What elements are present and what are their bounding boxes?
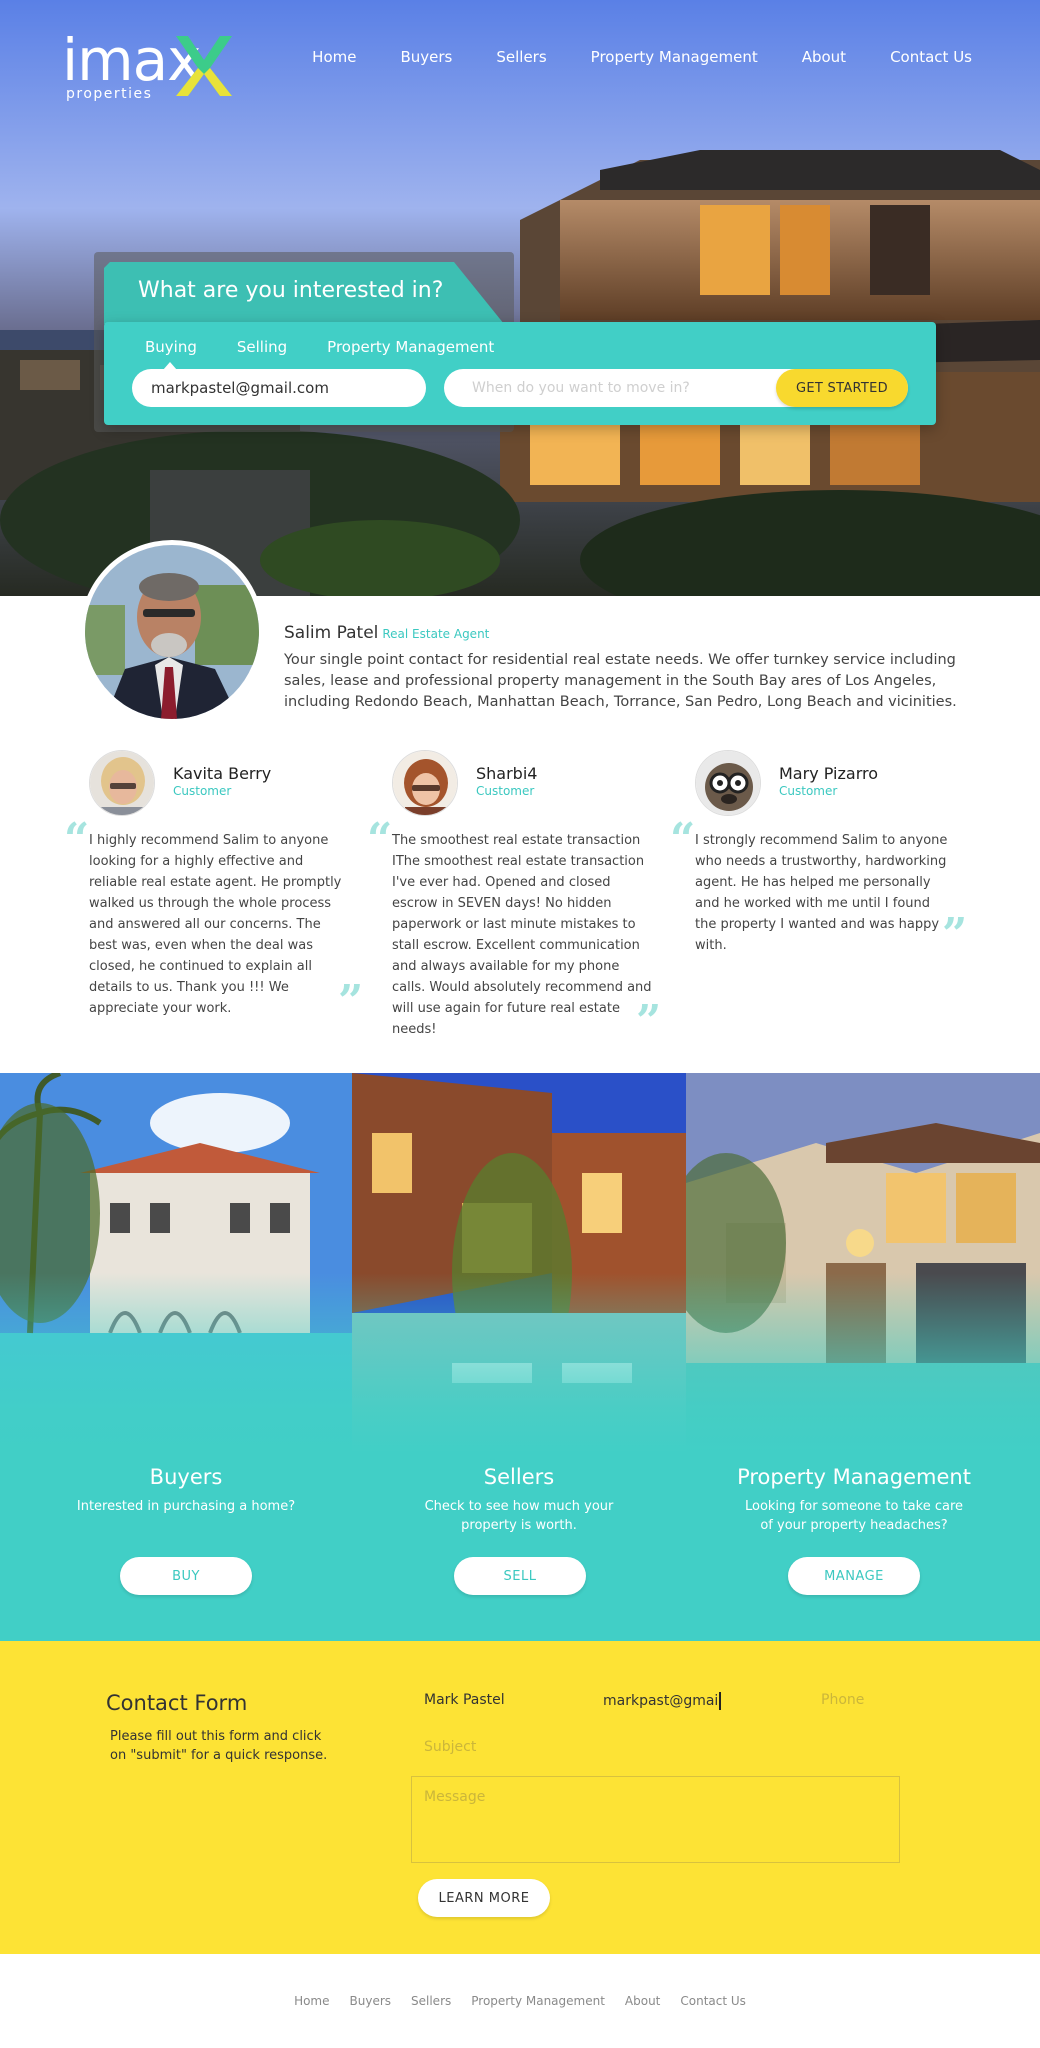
- name-field[interactable]: Mark Pastel: [424, 1692, 505, 1708]
- close-quote-icon: ”: [942, 909, 968, 960]
- tab-buying[interactable]: Buying: [145, 338, 197, 356]
- open-quote-icon: “: [64, 814, 90, 865]
- footer-about[interactable]: About: [625, 1994, 660, 2008]
- footer-home[interactable]: Home: [294, 1994, 329, 2008]
- customer-avatar: [392, 750, 458, 816]
- footer-buyers[interactable]: Buyers: [350, 1994, 392, 2008]
- service-text: Check to see how much your property is w…: [424, 1499, 614, 1533]
- service-title: Property Management: [737, 1465, 971, 1489]
- sell-button[interactable]: SELL: [454, 1557, 586, 1595]
- footer-nav: Home Buyers Sellers Property Management …: [0, 1954, 1040, 2048]
- manage-button[interactable]: MANAGE: [788, 1557, 920, 1595]
- service-text: Interested in purchasing a home?: [76, 1499, 296, 1514]
- service-title: Buyers: [149, 1465, 223, 1489]
- buy-button[interactable]: BUY: [120, 1557, 252, 1595]
- message-field[interactable]: Message: [411, 1776, 900, 1863]
- customer-role: Customer: [173, 784, 232, 798]
- search-email-input[interactable]: markpastel@gmail.com: [132, 369, 426, 407]
- nav-home[interactable]: Home: [312, 48, 356, 66]
- buyers-image: [0, 1073, 352, 1453]
- contact-title: Contact Form: [106, 1691, 248, 1715]
- open-quote-icon: “: [367, 814, 393, 865]
- footer-sellers[interactable]: Sellers: [411, 1994, 451, 2008]
- sellers-image: [352, 1073, 686, 1453]
- logo[interactable]: imax properties: [62, 26, 232, 105]
- contact-section: Contact Form Please fill out this form a…: [0, 1641, 1040, 1954]
- hero-section: imax properties Home Buyers Sellers Prop…: [0, 0, 1040, 596]
- close-quote-icon: ”: [636, 996, 662, 1047]
- agent-description: Your single point contact for residentia…: [284, 652, 957, 710]
- agent-name: Salim Patel: [284, 623, 379, 643]
- services-section: Buyers Interested in purchasing a home? …: [0, 1073, 1040, 1641]
- search-mode-tabs: Buying Selling Property Management: [145, 338, 534, 356]
- nav-property-management[interactable]: Property Management: [591, 48, 758, 66]
- search-title: What are you interested in?: [138, 278, 444, 303]
- phone-field[interactable]: Phone: [821, 1692, 864, 1708]
- nav-about[interactable]: About: [802, 48, 846, 66]
- footer-property-management[interactable]: Property Management: [471, 1994, 605, 2008]
- logo-subtitle: properties: [66, 86, 153, 102]
- customer-name: Sharbi4: [476, 764, 538, 783]
- learn-more-button[interactable]: LEARN MORE: [418, 1879, 550, 1917]
- customer-role: Customer: [779, 784, 838, 798]
- customer-name: Mary Pizarro: [779, 764, 878, 783]
- close-quote-icon: ”: [338, 976, 364, 1027]
- customer-name: Kavita Berry: [173, 764, 272, 783]
- agent-avatar: [80, 540, 264, 724]
- customer-avatar: [89, 750, 155, 816]
- testimonial-quote: The smoothest real estate transaction IT…: [392, 833, 652, 1037]
- email-field[interactable]: markpast@gmai: [603, 1692, 722, 1710]
- nav-buyers[interactable]: Buyers: [400, 48, 452, 66]
- email-field-value: markpast@gmai: [603, 1693, 719, 1709]
- property-management-service: Property Management Looking for someone …: [694, 1465, 1014, 1535]
- service-title: Sellers: [483, 1465, 555, 1489]
- nav-contact-us[interactable]: Contact Us: [890, 48, 972, 66]
- nav-sellers[interactable]: Sellers: [496, 48, 546, 66]
- sellers-service: Sellers Check to see how much your prope…: [359, 1465, 679, 1535]
- top-nav: Home Buyers Sellers Property Management …: [268, 48, 972, 66]
- testimonial-quote: I highly recommend Salim to anyone looki…: [89, 833, 342, 1016]
- buyers-service: Buyers Interested in purchasing a home?: [26, 1465, 346, 1516]
- logo-x-mark: [176, 36, 232, 96]
- tab-selling[interactable]: Selling: [237, 338, 287, 356]
- agent-portrait-image: [85, 545, 259, 719]
- text-cursor: [719, 1692, 722, 1710]
- footer-contact-us[interactable]: Contact Us: [680, 1994, 746, 2008]
- contact-description: Please fill out this form and click on "…: [110, 1729, 328, 1763]
- open-quote-icon: “: [670, 814, 696, 865]
- get-started-button[interactable]: GET STARTED: [776, 369, 908, 407]
- agent-role: Real Estate Agent: [382, 627, 490, 641]
- service-text: Looking for someone to take care of your…: [744, 1499, 964, 1533]
- tab-property-management[interactable]: Property Management: [327, 338, 494, 356]
- testimonial-quote: I strongly recommend Salim to anyone who…: [695, 833, 948, 953]
- agent-name-line: Salim Patel Real Estate Agent: [284, 623, 489, 643]
- subject-field[interactable]: Subject: [424, 1739, 476, 1755]
- customer-avatar: [695, 750, 761, 816]
- property-management-image: [686, 1073, 1040, 1453]
- customer-role: Customer: [476, 784, 535, 798]
